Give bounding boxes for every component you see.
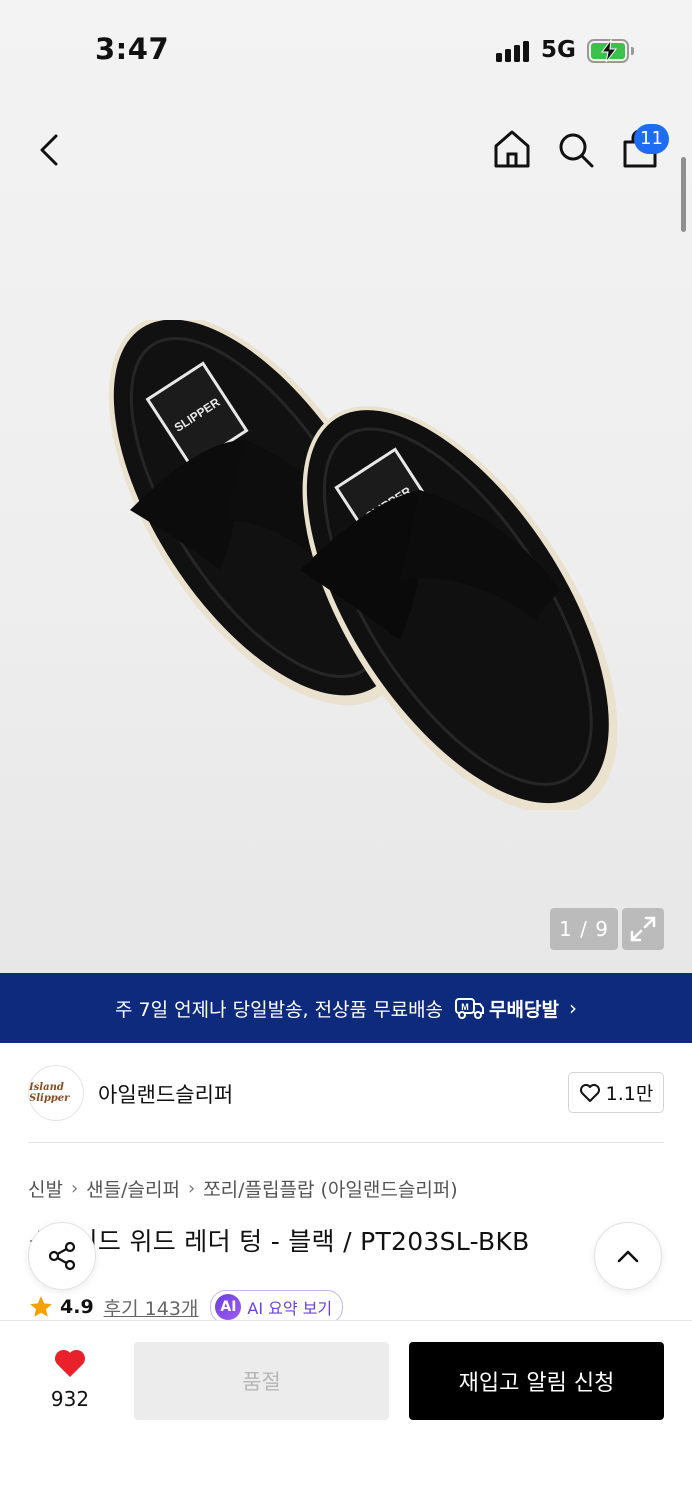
image-counter: 1 / 9 bbox=[550, 908, 618, 950]
breadcrumb: 신발 › 샌들/슬리퍼 › 쪼리/플립플랍 (아일랜드슬리퍼) bbox=[28, 1175, 458, 1202]
ai-summary-label: AI 요약 보기 bbox=[247, 1299, 333, 1318]
search-icon bbox=[559, 133, 594, 168]
home-icon bbox=[494, 130, 530, 168]
chevron-up-icon bbox=[617, 1250, 639, 1263]
ai-summary-button[interactable]: AI AI 요약 보기 bbox=[210, 1290, 344, 1324]
battery-icon bbox=[587, 39, 634, 63]
banner-badge-label: 무배당발 bbox=[489, 998, 559, 1021]
breadcrumb-item[interactable]: 쪼리/플립플랍 (아일랜드슬리퍼) bbox=[203, 1175, 458, 1202]
back-button[interactable] bbox=[30, 130, 70, 170]
share-button[interactable] bbox=[28, 1222, 96, 1290]
rating-row: 4.9 후기 143개 AI AI 요약 보기 bbox=[28, 1290, 344, 1324]
wishlist-button[interactable]: 932 bbox=[30, 1347, 110, 1411]
brand-name[interactable]: 아일랜드슬리퍼 bbox=[98, 1079, 233, 1109]
cart-count-badge: 11 bbox=[634, 124, 669, 154]
product-image[interactable]: SLIPPER SLIPPER bbox=[40, 320, 660, 810]
breadcrumb-item[interactable]: 신발 bbox=[28, 1175, 63, 1202]
search-button[interactable] bbox=[556, 130, 596, 170]
ai-badge-icon: AI bbox=[215, 1294, 242, 1320]
star-icon bbox=[30, 1296, 52, 1317]
bottom-action-bar: 932 품절 재입고 알림 신청 bbox=[0, 1320, 692, 1500]
restock-alert-button[interactable]: 재입고 알림 신청 bbox=[409, 1342, 664, 1420]
chevron-right-icon: › bbox=[70, 1178, 79, 1199]
brand-row: Island Slipper 아일랜드슬리퍼 1.1만 bbox=[28, 1063, 664, 1123]
product-hero: 3:47 5G 11 SLIPPER 1 / 9 bbox=[0, 0, 692, 973]
network-type: 5G bbox=[541, 37, 576, 63]
chevron-left-icon bbox=[40, 134, 58, 166]
home-button[interactable] bbox=[492, 128, 532, 170]
status-bar: 3:47 5G bbox=[0, 0, 692, 100]
divider bbox=[28, 1142, 664, 1143]
breadcrumb-item[interactable]: 샌들/슬리퍼 bbox=[86, 1175, 180, 1202]
review-count-link[interactable]: 후기 143개 bbox=[104, 1294, 199, 1321]
chevron-right-icon: › bbox=[568, 996, 577, 1020]
brand-logo[interactable]: Island Slipper bbox=[28, 1065, 84, 1121]
status-time: 3:47 bbox=[95, 32, 170, 66]
cellular-signal-icon bbox=[496, 40, 529, 62]
product-title: 스웨이드 위드 레더 텅 - 블랙 / PT203SL-BKB bbox=[28, 1227, 530, 1256]
product-page: 3:47 5G 11 SLIPPER 1 / 9 주 7일 언제나 당일발송, … bbox=[0, 0, 692, 1500]
banner-badge: M 무배당발 bbox=[455, 995, 559, 1022]
soldout-button: 품절 bbox=[134, 1342, 389, 1420]
wishlist-count: 932 bbox=[50, 1387, 90, 1411]
brand-like-count: 1.1만 bbox=[605, 1083, 654, 1105]
banner-text: 주 7일 언제나 당일발송, 전상품 무료배송 bbox=[115, 998, 444, 1021]
share-icon bbox=[48, 1241, 76, 1271]
expand-button[interactable] bbox=[622, 908, 664, 950]
scrollbar[interactable] bbox=[681, 157, 686, 232]
expand-icon bbox=[630, 916, 656, 942]
scroll-top-button[interactable] bbox=[594, 1222, 662, 1290]
delivery-banner[interactable]: 주 7일 언제나 당일발송, 전상품 무료배송 M 무배당발 › bbox=[0, 973, 692, 1043]
heart-filled-icon bbox=[54, 1349, 86, 1377]
heart-outline-icon bbox=[579, 1083, 600, 1102]
rating-value: 4.9 bbox=[60, 1296, 94, 1318]
delivery-truck-icon: M bbox=[455, 998, 485, 1019]
chevron-right-icon: › bbox=[187, 1178, 196, 1199]
svg-text:M: M bbox=[461, 1002, 469, 1012]
brand-logo-text: Island Slipper bbox=[29, 1082, 70, 1104]
brand-like-button[interactable]: 1.1만 bbox=[568, 1072, 664, 1113]
